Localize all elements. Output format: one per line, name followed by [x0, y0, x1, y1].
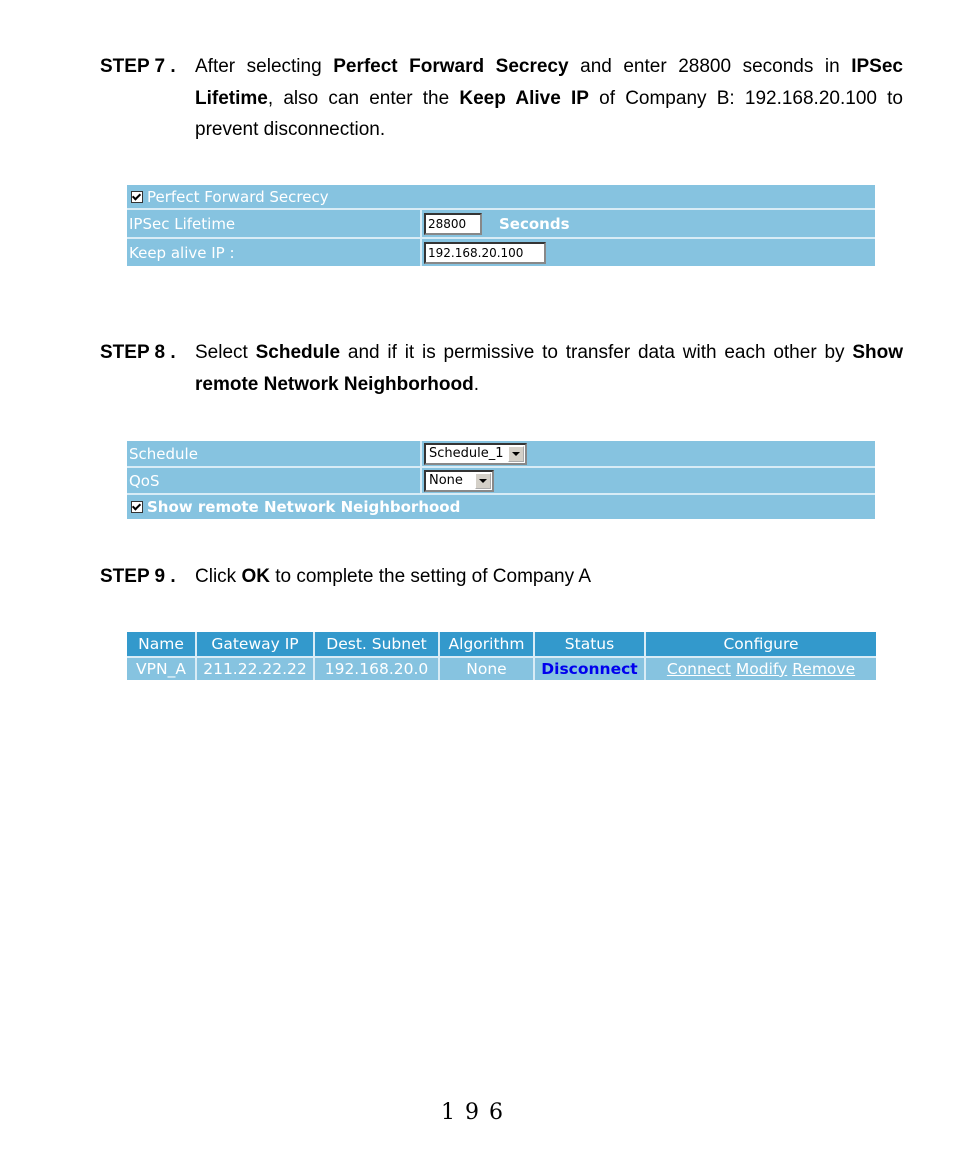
- pfs-checkbox[interactable]: [131, 190, 143, 203]
- vpn-table: Name Gateway IP Dest. Subnet Algorithm S…: [127, 632, 876, 680]
- schedule-label: Schedule: [129, 444, 198, 463]
- col-dest-subnet: Dest. Subnet: [314, 632, 440, 657]
- col-configure: Configure: [645, 632, 876, 657]
- lifetime-row: IPSec Lifetime 28800 Seconds: [127, 210, 875, 239]
- step-7-label: STEP 7 .: [100, 56, 176, 77]
- pfs-label: Perfect Forward Secrecy: [147, 187, 329, 206]
- col-status: Status: [534, 632, 646, 657]
- ipsec-settings-panel: Perfect Forward Secrecy IPSec Lifetime 2…: [127, 185, 875, 266]
- qos-row: QoS None: [127, 468, 875, 495]
- step-9-text: Click OK to complete the setting of Comp…: [195, 566, 592, 587]
- chevron-down-icon[interactable]: [475, 472, 491, 489]
- step-8-label: STEP 8 .: [100, 342, 176, 363]
- col-gateway-ip: Gateway IP: [196, 632, 315, 657]
- qos-select[interactable]: None: [424, 469, 494, 492]
- schedule-row: Schedule Schedule_1: [127, 441, 875, 468]
- cell-configure: Connect Modify Remove: [645, 656, 876, 680]
- pfs-row: Perfect Forward Secrecy: [127, 185, 875, 210]
- table-row: VPN_A 211.22.22.22 192.168.20.0 None Dis…: [127, 656, 876, 680]
- col-algorithm: Algorithm: [439, 632, 535, 657]
- cell-status: Disconnect: [534, 656, 646, 680]
- chevron-down-icon[interactable]: [507, 445, 524, 462]
- modify-link[interactable]: Modify: [736, 660, 787, 678]
- vpn-table-header: Name Gateway IP Dest. Subnet Algorithm S…: [127, 632, 876, 657]
- step-8-text: Select Schedule and if it is permissive …: [195, 342, 903, 395]
- keepalive-input[interactable]: 192.168.20.100: [424, 241, 546, 264]
- step-7: STEP 7 . After selecting Perfect Forward…: [100, 51, 903, 146]
- lifetime-units: Seconds: [499, 214, 570, 233]
- schedule-select[interactable]: Schedule_1: [424, 442, 527, 465]
- schedule-settings-panel: Schedule Schedule_1 QoS None Show remote…: [127, 441, 875, 519]
- col-name: Name: [127, 632, 197, 657]
- qos-label: QoS: [129, 471, 160, 490]
- cell-dest-subnet: 192.168.20.0: [314, 656, 440, 680]
- lifetime-label: IPSec Lifetime: [129, 214, 236, 233]
- cell-name: VPN_A: [127, 656, 197, 680]
- step-9-label: STEP 9 .: [100, 566, 176, 587]
- neighborhood-row: Show remote Network Neighborhood: [127, 495, 875, 519]
- neighborhood-label: Show remote Network Neighborhood: [147, 498, 461, 516]
- keepalive-label: Keep alive IP :: [129, 243, 235, 262]
- disconnect-link[interactable]: Disconnect: [541, 660, 637, 678]
- connect-link[interactable]: Connect: [667, 660, 731, 678]
- remove-link[interactable]: Remove: [792, 660, 855, 678]
- step-9: STEP 9 . Click OK to complete the settin…: [100, 561, 903, 593]
- step-7-text: After selecting Perfect Forward Secrecy …: [195, 56, 903, 140]
- lifetime-input[interactable]: 28800: [424, 212, 482, 235]
- cell-gateway-ip: 211.22.22.22: [196, 656, 315, 680]
- neighborhood-checkbox[interactable]: [131, 501, 143, 513]
- page-number: 196: [441, 1100, 513, 1125]
- step-8: STEP 8 . Select Schedule and if it is pe…: [100, 337, 903, 400]
- cell-algorithm: None: [439, 656, 535, 680]
- keepalive-row: Keep alive IP : 192.168.20.100: [127, 239, 875, 266]
